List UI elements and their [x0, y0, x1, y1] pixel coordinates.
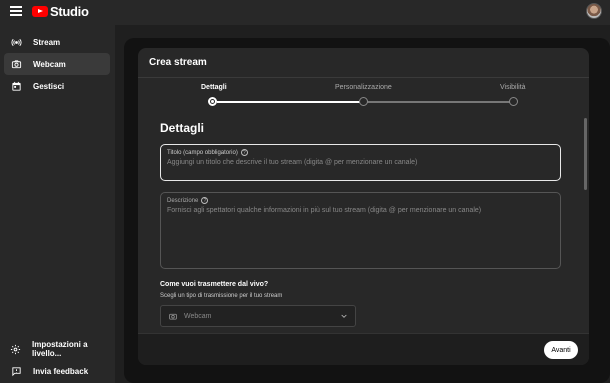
- sidebar-item-label: Gestisci: [33, 81, 65, 91]
- dialog-title: Crea stream: [149, 57, 207, 68]
- next-button[interactable]: Avanti: [544, 341, 578, 359]
- step-dot-dettagli[interactable]: [208, 97, 217, 106]
- description-field-label-text: Descrizione: [167, 197, 199, 204]
- sidebar-item-label: Stream: [33, 37, 61, 47]
- sidebar-item-label: Invia feedback: [33, 366, 89, 376]
- step-dot-visibilita[interactable]: [509, 97, 518, 106]
- chevron-down-icon: [341, 314, 347, 318]
- step-label-visibilita[interactable]: Visibilità: [500, 84, 526, 91]
- section-title: Dettagli: [160, 121, 205, 135]
- description-input[interactable]: Fornisci agli spettatori qualche informa…: [167, 207, 481, 214]
- top-bar: Studio: [0, 0, 610, 25]
- studio-logo[interactable]: Studio: [32, 4, 89, 19]
- menu-icon[interactable]: [10, 6, 22, 16]
- sidebar-item-gestisci[interactable]: Gestisci: [4, 75, 110, 97]
- broadcast-type-select[interactable]: Webcam: [160, 305, 356, 327]
- avatar[interactable]: [586, 3, 602, 19]
- gear-icon: [10, 343, 21, 355]
- help-icon[interactable]: ?: [201, 197, 209, 204]
- title-input[interactable]: Aggiungi un titolo che descrive il tuo s…: [167, 159, 417, 166]
- youtube-play-icon: [32, 6, 48, 17]
- sidebar-item-label: Impostazioni a livello...: [32, 340, 88, 358]
- broadcast-type-title: Come vuoi trasmettere dal vivo?: [160, 281, 269, 288]
- broadcast-icon: [10, 36, 22, 48]
- title-field-label: Titolo (campo obbligatorio) ?: [167, 149, 248, 156]
- camera-icon: [169, 313, 177, 319]
- step-connector: [217, 101, 363, 103]
- title-field[interactable]: Titolo (campo obbligatorio) ? Aggiungi u…: [160, 144, 561, 181]
- app-title: Studio: [50, 4, 89, 19]
- dialog-divider: [138, 77, 589, 78]
- sidebar-item-webcam[interactable]: Webcam: [4, 53, 110, 75]
- description-field[interactable]: Descrizione ? Fornisci agli spettatori q…: [160, 192, 561, 269]
- feedback-icon: [10, 365, 22, 377]
- scrollbar[interactable]: [584, 118, 587, 190]
- step-connector: [367, 101, 513, 103]
- description-field-label: Descrizione ?: [167, 197, 209, 204]
- sidebar-item-feedback[interactable]: Invia feedback: [4, 360, 110, 382]
- create-stream-dialog: Crea stream Dettagli Personalizzazione V…: [138, 48, 589, 365]
- broadcast-type-value: Webcam: [184, 312, 212, 320]
- step-dot-personalizzazione[interactable]: [359, 97, 368, 106]
- broadcast-type-subtitle: Scegli un tipo di trasmissione per il tu…: [160, 293, 283, 299]
- sidebar-item-stream[interactable]: Stream: [4, 31, 110, 53]
- help-icon[interactable]: ?: [240, 149, 248, 156]
- sidebar-item-settings[interactable]: Impostazioni a livello...: [4, 338, 110, 360]
- step-label-dettagli[interactable]: Dettagli: [201, 84, 227, 91]
- calendar-icon: [10, 80, 22, 92]
- step-label-personalizzazione[interactable]: Personalizzazione: [335, 84, 392, 91]
- sidebar: Stream Webcam Gestisci Impostazioni a li…: [0, 25, 115, 383]
- camera-icon: [10, 58, 22, 70]
- dialog-footer: Avanti: [138, 333, 589, 365]
- stepper: Dettagli Personalizzazione Visibilità: [138, 81, 589, 111]
- sidebar-item-label: Webcam: [33, 59, 66, 69]
- title-field-label-text: Titolo (campo obbligatorio): [167, 149, 238, 156]
